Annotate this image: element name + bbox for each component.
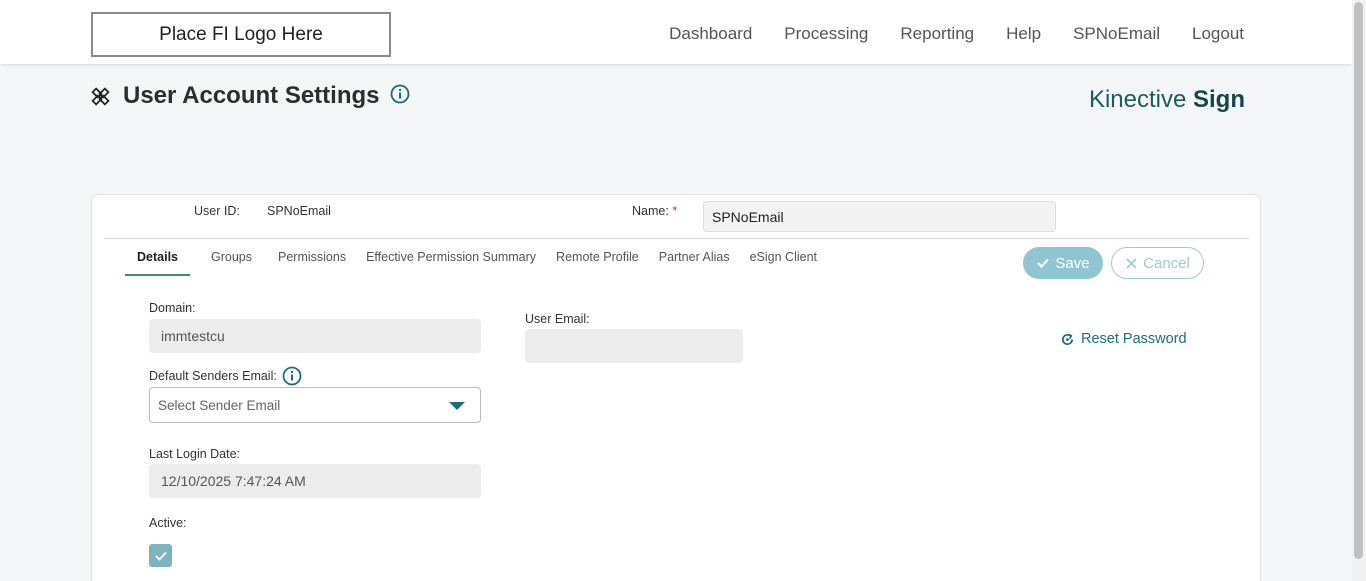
settings-tools-icon [91,86,110,106]
cancel-label: Cancel [1143,254,1190,272]
main-nav: Dashboard Processing Reporting Help SPNo… [669,0,1244,68]
page-title: User Account Settings [123,82,380,109]
brand-bold: Sign [1193,86,1245,113]
user-email-field [525,329,743,363]
header-divider [104,238,1249,239]
last-login-label: Last Login Date: [149,447,241,461]
top-navbar: Place FI Logo Here Dashboard Processing … [0,0,1352,64]
tab-permissions[interactable]: Permissions [268,250,356,276]
check-icon [154,551,167,561]
cancel-button[interactable]: Cancel [1111,247,1204,279]
tab-details[interactable]: Details [125,250,190,276]
brand-logo: Kinective Sign [1089,86,1245,114]
active-label: Active: [149,516,187,530]
check-icon [1037,258,1050,268]
nav-reporting[interactable]: Reporting [900,24,974,44]
settings-tabs: Details Groups Permissions Effective Per… [125,250,827,276]
domain-field: immtestcu [149,319,481,353]
save-label: Save [1055,254,1090,272]
chevron-down-icon [449,402,465,410]
save-button[interactable]: Save [1023,247,1103,279]
default-senders-label: Default Senders Email: [149,369,277,383]
required-asterisk: * [672,204,678,218]
fi-logo-placeholder[interactable]: Place FI Logo Here [91,12,391,57]
nav-processing[interactable]: Processing [784,24,868,44]
tab-esign-client[interactable]: eSign Client [740,250,827,276]
tab-remote-profile[interactable]: Remote Profile [546,250,649,276]
domain-label: Domain: [149,301,196,315]
page-header: User Account Settings [90,82,410,110]
name-label: Name: * [632,204,677,218]
default-senders-label-row: Default Senders Email: [149,366,302,386]
nav-help[interactable]: Help [1006,24,1041,44]
nav-user-account[interactable]: SPNoEmail [1073,24,1160,44]
user-settings-card: User ID: SPNoEmail Name: * Details Group… [91,194,1261,581]
name-label-text: Name: [632,204,669,218]
active-checkbox[interactable] [149,544,172,567]
page-scrollbar[interactable] [1352,0,1366,581]
sender-email-placeholder: Select Sender Email [158,397,281,413]
close-icon [1126,257,1137,269]
info-icon[interactable] [390,84,410,104]
nav-logout[interactable]: Logout [1192,24,1244,44]
tab-groups[interactable]: Groups [201,250,262,276]
sender-email-select[interactable]: Select Sender Email [149,387,481,423]
tab-effective-permission-summary[interactable]: Effective Permission Summary [356,250,546,276]
last-login-field: 12/10/2025 7:47:24 AM [149,464,481,498]
brand-light: Kinective [1088,86,1193,113]
user-email-label: User Email: [525,312,590,326]
reset-password-label: Reset Password [1081,331,1187,347]
refresh-icon [1061,333,1074,345]
info-icon[interactable] [282,366,302,386]
reset-password-link[interactable]: Reset Password [1060,331,1187,347]
name-input[interactable] [703,201,1056,232]
user-id-label: User ID: [194,204,240,218]
nav-dashboard[interactable]: Dashboard [669,24,752,44]
scrollbar-thumb[interactable] [1354,2,1363,559]
tab-partner-alias[interactable]: Partner Alias [649,250,740,276]
user-id-value: SPNoEmail [267,204,331,218]
